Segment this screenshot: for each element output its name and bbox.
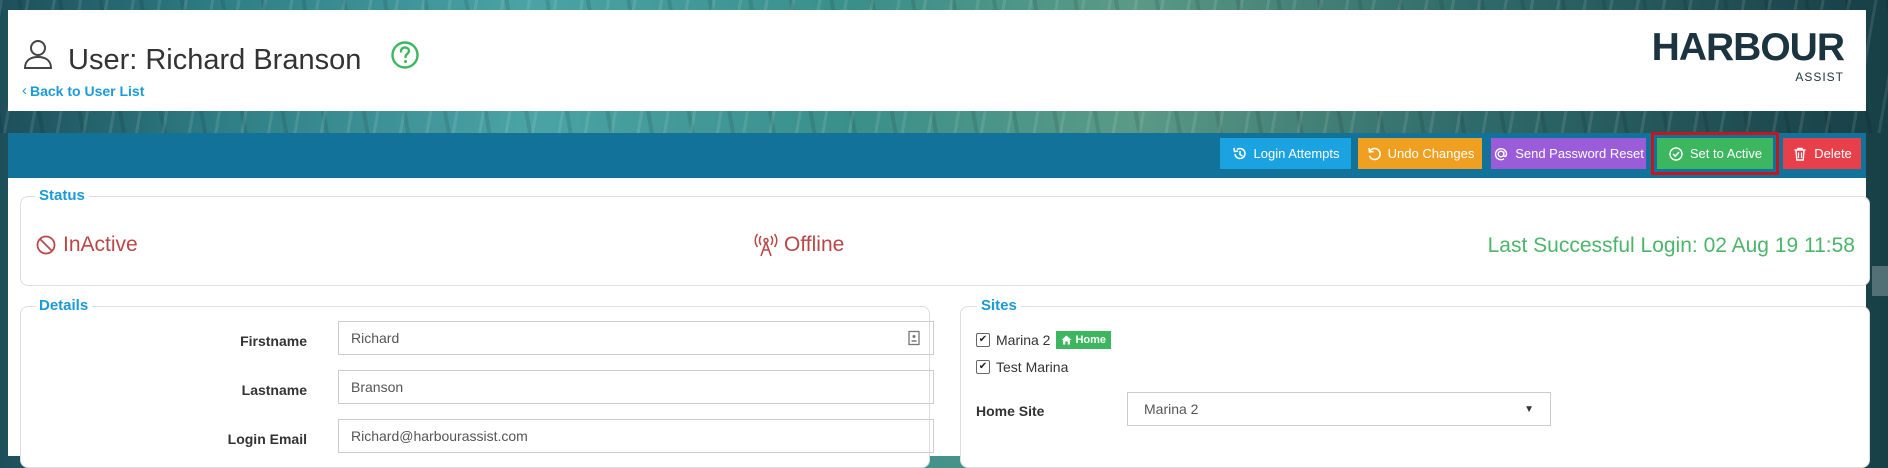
undo-changes-button[interactable]: Undo Changes bbox=[1358, 138, 1482, 169]
login-attempts-button[interactable]: Login Attempts bbox=[1220, 138, 1351, 169]
sites-title: Sites bbox=[977, 297, 1021, 314]
ban-icon bbox=[36, 235, 56, 255]
login-attempts-label: Login Attempts bbox=[1253, 146, 1340, 161]
back-link-label: Back to User List bbox=[30, 82, 145, 99]
delete-label: Delete bbox=[1814, 146, 1852, 161]
help-circle-icon[interactable] bbox=[390, 40, 420, 70]
login-email-value: Richard@harbourassist.com bbox=[351, 428, 528, 444]
lastname-label: Lastname bbox=[241, 382, 307, 398]
site-checkbox[interactable]: ✔ bbox=[976, 333, 990, 347]
sites-panel: Sites ✔ Marina 2 Home ✔ Test Marina Home… bbox=[960, 297, 1870, 468]
back-to-user-list-link[interactable]: ‹ Back to User List bbox=[22, 82, 144, 99]
site-name: Test Marina bbox=[996, 359, 1069, 375]
set-to-active-label: Set to Active bbox=[1689, 146, 1763, 161]
lastname-value: Branson bbox=[351, 379, 404, 395]
chevron-left-icon: ‹ bbox=[22, 82, 27, 99]
undo-icon bbox=[1367, 147, 1381, 160]
history-icon bbox=[1232, 147, 1246, 159]
delete-button[interactable]: Delete bbox=[1783, 138, 1861, 169]
home-site-select[interactable]: Marina 2 ▼ bbox=[1127, 392, 1551, 426]
page-scrollbar[interactable] bbox=[1872, 266, 1888, 296]
contact-card-icon bbox=[908, 330, 920, 346]
broadcast-tower-icon bbox=[754, 233, 778, 257]
connection-status: Offline bbox=[753, 233, 844, 257]
last-login-text: Last Successful Login: 02 Aug 19 11:58 bbox=[1487, 234, 1855, 257]
send-password-reset-button[interactable]: Send Password Reset bbox=[1491, 138, 1646, 169]
page-header: User: Richard Branson ‹ Back to User Lis… bbox=[8, 10, 1866, 111]
logo-text: HARBOUR bbox=[1651, 26, 1845, 69]
firstname-field[interactable]: Richard bbox=[338, 321, 934, 355]
status-title: Status bbox=[35, 187, 89, 204]
status-state-label: InActive bbox=[63, 233, 138, 256]
site-item-test-marina: ✔ Test Marina bbox=[976, 359, 1068, 375]
trash-icon bbox=[1794, 147, 1806, 161]
user-icon bbox=[23, 40, 53, 69]
harbour-assist-logo: HARBOUR ASSIST bbox=[1648, 26, 1845, 86]
home-site-label: Home Site bbox=[976, 403, 1045, 419]
home-site-value: Marina 2 bbox=[1144, 401, 1199, 417]
check-circle-icon bbox=[1669, 146, 1683, 161]
home-icon bbox=[1061, 335, 1072, 345]
site-name: Marina 2 bbox=[996, 332, 1051, 348]
firstname-label: Firstname bbox=[240, 333, 307, 349]
send-password-reset-label: Send Password Reset bbox=[1515, 146, 1644, 161]
lastname-field[interactable]: Branson bbox=[338, 370, 934, 404]
login-email-field[interactable]: Richard@harbourassist.com bbox=[338, 419, 934, 453]
site-item-marina-2: ✔ Marina 2 Home bbox=[976, 331, 1112, 349]
login-email-label: Login Email bbox=[227, 431, 307, 447]
home-badge-label: Home bbox=[1075, 334, 1107, 346]
caret-down-icon: ▼ bbox=[1524, 403, 1534, 415]
undo-changes-label: Undo Changes bbox=[1387, 146, 1475, 161]
status-panel: Status InActive Offline Last Successful … bbox=[20, 187, 1870, 286]
home-badge: Home bbox=[1056, 331, 1112, 349]
page-title: User: Richard Branson bbox=[68, 44, 362, 76]
site-checkbox[interactable]: ✔ bbox=[976, 360, 990, 374]
details-title: Details bbox=[35, 297, 93, 314]
logo-subtext: ASSIST bbox=[1795, 70, 1844, 84]
set-to-active-button[interactable]: Set to Active bbox=[1651, 132, 1779, 175]
status-state: InActive bbox=[35, 233, 138, 257]
connection-status-label: Offline bbox=[784, 233, 845, 256]
firstname-value: Richard bbox=[351, 330, 400, 346]
details-panel: Details Firstname Richard Lastname Brans… bbox=[20, 297, 934, 468]
at-icon bbox=[1495, 147, 1508, 160]
